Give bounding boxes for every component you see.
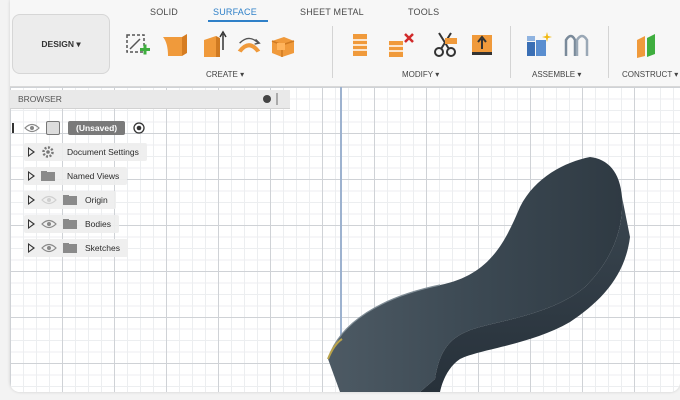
- browser-item-sketches[interactable]: Sketches: [24, 239, 128, 257]
- browser-item-named-views[interactable]: Named Views: [24, 167, 128, 185]
- folder-icon: [41, 171, 55, 181]
- browser-item-label: Document Settings: [67, 147, 139, 157]
- extend-icon[interactable]: [468, 30, 498, 60]
- tab-sheet-metal[interactable]: SHEET METAL: [300, 7, 364, 17]
- browser-pin-icon[interactable]: [263, 95, 271, 103]
- visibility-eye-icon[interactable]: [41, 195, 57, 205]
- root-component-label[interactable]: (Unsaved): [68, 121, 126, 135]
- gear-icon: [42, 146, 54, 158]
- group-divider: [510, 26, 511, 78]
- joint-icon[interactable]: [562, 30, 592, 60]
- browser-resize-handle[interactable]: [276, 93, 278, 105]
- expand-arrow-icon[interactable]: [28, 171, 35, 181]
- visibility-eye-icon[interactable]: [41, 243, 57, 253]
- visibility-eye-icon[interactable]: [24, 123, 40, 133]
- workspace-switcher[interactable]: DESIGN ▾: [12, 14, 110, 74]
- trim-icon[interactable]: [346, 30, 376, 60]
- create-sketch-icon[interactable]: [122, 30, 152, 60]
- workspace-label: DESIGN ▾: [41, 38, 81, 49]
- folder-icon: [63, 219, 77, 229]
- fusion-window: DESIGN ▾ SOLID SURFACE SHEET METAL TOOLS: [10, 0, 680, 392]
- active-tab-indicator: [208, 20, 268, 22]
- folder-icon: [63, 243, 77, 253]
- revolve-icon[interactable]: [234, 30, 264, 60]
- create-group-label[interactable]: CREATE ▾: [206, 70, 244, 79]
- construct-group-label[interactable]: CONSTRUCT ▾: [622, 70, 678, 79]
- expand-arrow-icon[interactable]: [28, 195, 35, 205]
- loft-icon[interactable]: [268, 30, 298, 60]
- collapse-marker-icon[interactable]: [12, 123, 14, 133]
- modify-group-label[interactable]: MODIFY ▾: [402, 70, 439, 79]
- split-body-icon[interactable]: [430, 30, 460, 60]
- browser-item-label: Named Views: [67, 171, 120, 181]
- browser-item-label: Bodies: [85, 219, 111, 229]
- activate-radio-icon[interactable]: [133, 122, 145, 134]
- visibility-eye-icon[interactable]: [41, 219, 57, 229]
- browser-item-label: Sketches: [85, 243, 120, 253]
- patch-icon[interactable]: [160, 30, 190, 60]
- browser-root-row[interactable]: (Unsaved): [10, 119, 153, 137]
- extrude-icon[interactable]: [198, 30, 228, 60]
- expand-arrow-icon[interactable]: [28, 219, 35, 229]
- delete-face-icon[interactable]: [386, 30, 416, 60]
- folder-icon: [63, 195, 77, 205]
- document-icon: [46, 121, 60, 135]
- tab-solid[interactable]: SOLID: [150, 7, 178, 17]
- expand-arrow-icon[interactable]: [28, 147, 35, 157]
- tab-surface[interactable]: SURFACE: [213, 7, 257, 17]
- group-divider: [608, 26, 609, 78]
- browser-item-document-settings[interactable]: Document Settings: [24, 143, 147, 161]
- browser-item-bodies[interactable]: Bodies: [24, 215, 119, 233]
- expand-arrow-icon[interactable]: [28, 243, 35, 253]
- offset-plane-icon[interactable]: [632, 30, 662, 60]
- assemble-group-label[interactable]: ASSEMBLE ▾: [532, 70, 581, 79]
- browser-item-label: Origin: [85, 195, 108, 205]
- new-component-icon[interactable]: [524, 30, 554, 60]
- group-divider: [332, 26, 333, 78]
- browser-item-origin[interactable]: Origin: [24, 191, 116, 209]
- tab-tools[interactable]: TOOLS: [408, 7, 439, 17]
- browser-title: BROWSER: [18, 94, 62, 104]
- browser-header: BROWSER: [10, 90, 290, 109]
- toolbar: DESIGN ▾ SOLID SURFACE SHEET METAL TOOLS: [10, 0, 680, 87]
